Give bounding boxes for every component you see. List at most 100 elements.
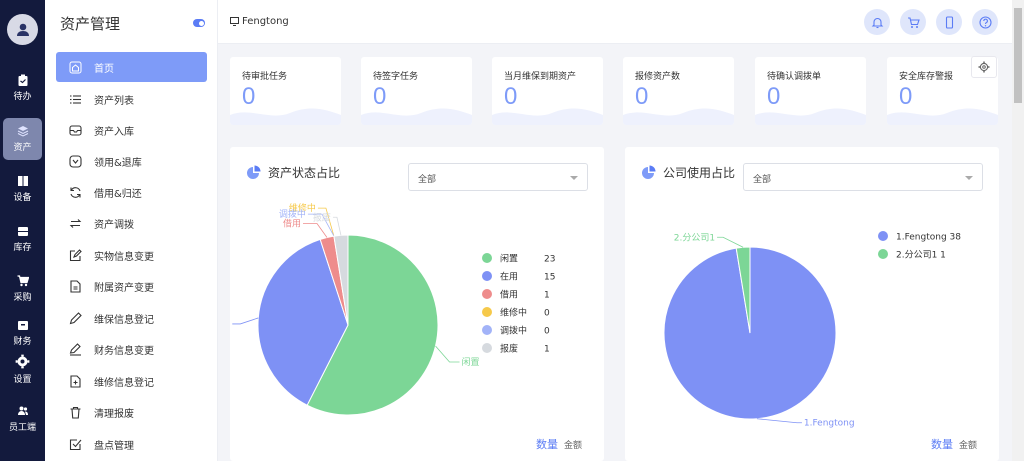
legend-label[interactable]: 在用: [500, 271, 518, 283]
company-name: Fengtong: [242, 16, 289, 27]
file-plus-icon: [70, 374, 81, 388]
menu-item-label: 首页: [94, 63, 114, 75]
pie-leader-line: [232, 317, 259, 325]
cart-button[interactable]: [900, 9, 926, 35]
stat-card-maintenance-due[interactable]: 当月维保到期资产 0: [492, 57, 603, 125]
menu-item-finance-change[interactable]: 财务信息变更: [56, 334, 207, 364]
company-crumb[interactable]: Fengtong: [230, 16, 289, 27]
legend-marker[interactable]: [482, 271, 492, 281]
legend-value: 1: [544, 291, 550, 301]
legend-label[interactable]: 调拨中: [500, 325, 527, 337]
legend-marker[interactable]: [482, 325, 492, 335]
check-square-icon: [69, 438, 82, 450]
rail-item-assets[interactable]: 资产: [3, 118, 42, 160]
inbox-in-icon: [69, 124, 82, 136]
rail-item-settings[interactable]: 设置: [3, 350, 42, 388]
status-filter-select[interactable]: 全部: [408, 163, 588, 191]
bell-icon: [871, 17, 883, 28]
scrollbar-thumb[interactable]: [1014, 8, 1022, 103]
menu-item-maintenance-register[interactable]: 维保信息登记: [56, 303, 207, 333]
legend-marker[interactable]: [482, 253, 492, 263]
rail-item-label: 待办: [13, 92, 32, 102]
cart-icon: [17, 275, 29, 287]
menu-item-label: 领用&退库: [94, 157, 142, 169]
pie-leader-line: [435, 345, 460, 363]
legend-marker[interactable]: [482, 307, 492, 317]
chevron-circle-icon: [69, 154, 82, 168]
legend-marker[interactable]: [482, 343, 492, 353]
menu-item-repair-register[interactable]: 维修信息登记: [56, 366, 207, 396]
legend-label[interactable]: 维修中: [500, 307, 527, 319]
legend-label[interactable]: 2.分公司1 1: [896, 250, 946, 261]
menu-item-borrow-return[interactable]: 借用&归还: [56, 177, 207, 207]
pie-leader-line: [717, 236, 744, 248]
help-button[interactable]: [972, 9, 998, 35]
stat-title: 当月维保到期资产: [504, 72, 577, 82]
menu-item-transfer[interactable]: 资产调拨: [56, 208, 207, 238]
chevron-down-icon: [965, 176, 973, 180]
home-icon: [69, 61, 82, 73]
rail-item-label: 设置: [13, 374, 32, 385]
transfer-icon: [69, 218, 82, 228]
metric-count-tab[interactable]: 数量: [536, 436, 558, 452]
menu-header: 资产管理: [45, 0, 217, 46]
legend-value: 1: [544, 345, 550, 355]
stat-title: 待确认调拨单: [767, 72, 822, 82]
rail-item-staff[interactable]: 员工端: [3, 398, 42, 440]
stat-card-repair-count[interactable]: 报修资产数 0: [623, 57, 734, 125]
notification-button[interactable]: [864, 9, 890, 35]
menu-item-home[interactable]: 首页: [56, 52, 207, 82]
menu-item-receive-return[interactable]: 领用&退库: [56, 146, 207, 176]
menu-item-asset-in[interactable]: 资产入库: [56, 115, 207, 145]
stat-card-transfer-confirm[interactable]: 待确认调拨单 0: [755, 57, 866, 125]
metric-amount-tab[interactable]: 金额: [564, 438, 582, 451]
sub-menu: 资产管理 首页 资产列表 资产入库 领用&退库 借用&归还 资产调拨 实物信息变…: [45, 0, 218, 461]
mobile-button[interactable]: [936, 9, 962, 35]
stat-card-pending-sign[interactable]: 待签字任务 0: [361, 57, 472, 125]
legend-label[interactable]: 1.Fengtong 38: [896, 233, 961, 243]
page-scrollbar[interactable]: [1012, 0, 1024, 461]
legend-marker[interactable]: [878, 231, 888, 241]
menu-item-physical-change[interactable]: 实物信息变更: [56, 240, 207, 270]
wave-decoration: [361, 108, 472, 125]
card-settings-button[interactable]: [971, 56, 997, 78]
legend-label[interactable]: 借用: [500, 289, 518, 301]
metric-count-tab[interactable]: 数量: [931, 436, 953, 452]
stat-title: 待审批任务: [242, 72, 288, 82]
rail-item-finance[interactable]: 财务: [3, 318, 42, 348]
legend-label[interactable]: 报废: [500, 343, 518, 355]
list-icon: [70, 94, 81, 104]
menu-item-label: 维保信息登记: [94, 314, 154, 326]
rail-item-inventory[interactable]: 库存: [3, 218, 42, 260]
wave-decoration: [492, 108, 603, 125]
menu-item-scrap[interactable]: 清理报废: [56, 397, 207, 427]
rail-item-label: 财务: [13, 337, 32, 347]
monitor-icon: [230, 17, 239, 26]
company-filter-select[interactable]: 全部: [743, 163, 983, 191]
menu-item-stocktake[interactable]: 盘点管理: [56, 429, 207, 459]
asset-status-panel: 资产状态占比 全部 闲置闲置23在用在用15借用借用1维修中维修中0调拨中调拨中…: [230, 147, 604, 461]
stat-card-pending-approval[interactable]: 待审批任务 0: [230, 57, 341, 125]
rail-item-purchase[interactable]: 采购: [3, 268, 42, 310]
rail-item-label: 资产: [13, 143, 32, 153]
pen-line-icon: [69, 342, 81, 356]
wave-decoration: [230, 108, 341, 125]
legend-label[interactable]: 闲置: [500, 254, 518, 265]
menu-item-attached-change[interactable]: 附属资产变更: [56, 271, 207, 301]
panel-title-text: 资产状态占比: [268, 166, 341, 180]
avatar[interactable]: [7, 14, 38, 45]
menu-item-asset-list[interactable]: 资产列表: [56, 84, 207, 114]
legend-marker[interactable]: [482, 289, 492, 299]
collapse-toggle[interactable]: [193, 19, 205, 27]
panel-title: 资产状态占比: [246, 164, 340, 181]
legend-marker[interactable]: [878, 249, 888, 259]
pie-leader-line: [756, 418, 802, 424]
rail-item-todo[interactable]: 待办: [3, 67, 42, 109]
select-value: 全部: [753, 175, 772, 185]
rail-item-devices[interactable]: 设备: [3, 168, 42, 210]
stat-title: 报修资产数: [635, 72, 681, 82]
status-pie-chart: 闲置闲置23在用在用15借用借用1维修中维修中0调拨中调拨中0报废报废1: [230, 202, 555, 416]
top-bar: Fengtong: [218, 0, 1012, 44]
metric-amount-tab[interactable]: 金额: [959, 438, 977, 451]
pie-slice-label: 调拨中: [279, 208, 306, 220]
